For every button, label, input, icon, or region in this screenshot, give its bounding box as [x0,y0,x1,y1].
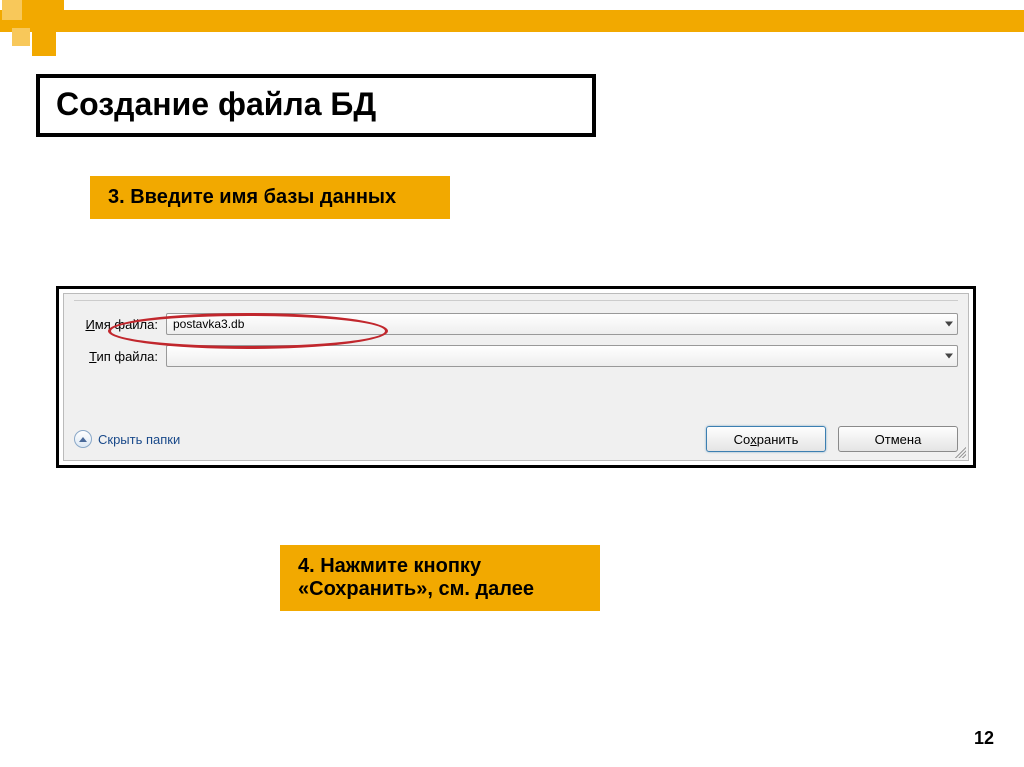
filename-row: Имя файла: postavka3.db [74,313,958,335]
page-number: 12 [974,728,994,749]
step-3-text: 3. Введите имя базы данных [108,186,396,208]
slide-header-decoration [0,0,1024,50]
dialog-fields-area: Имя файла: postavka3.db Тип файла: [74,300,958,410]
cancel-button[interactable]: Отмена [838,426,958,452]
chevron-down-icon[interactable] [945,354,953,359]
header-square [50,0,64,14]
chevron-down-icon[interactable] [945,322,953,327]
hide-folders-text: Скрыть папки [98,432,180,447]
slide-title: Создание файла БД [56,86,376,122]
header-square [22,0,50,28]
save-button[interactable]: Сохранить [706,426,826,452]
hide-folders-link[interactable]: Скрыть папки [74,430,180,448]
step-4-text: 4. Нажмите кнопку «Сохранить», см. далее [298,555,534,600]
filename-value: postavka3.db [173,317,244,331]
filename-input[interactable]: postavka3.db [166,313,958,335]
collapse-up-icon [74,430,92,448]
step-4-callout: 4. Нажмите кнопку «Сохранить», см. далее [280,545,600,611]
filetype-select[interactable] [166,345,958,367]
save-dialog: Имя файла: postavka3.db Тип файла: Скрыт… [63,293,969,461]
header-square [12,28,30,46]
header-bar [0,10,1024,32]
slide-title-box: Создание файла БД [36,74,596,137]
dialog-buttons: Сохранить Отмена [706,426,958,452]
step-3-callout: 3. Введите имя базы данных [90,176,450,219]
resize-grip-icon[interactable] [952,444,966,458]
dialog-screenshot-frame: Имя файла: postavka3.db Тип файла: Скрыт… [56,286,976,468]
header-square [32,32,56,56]
header-square [2,0,22,20]
filetype-row: Тип файла: [74,345,958,367]
dialog-bottom-row: Скрыть папки Сохранить Отмена [74,426,958,452]
filename-label: Имя файла: [74,317,158,332]
filetype-label: Тип файла: [74,349,158,364]
